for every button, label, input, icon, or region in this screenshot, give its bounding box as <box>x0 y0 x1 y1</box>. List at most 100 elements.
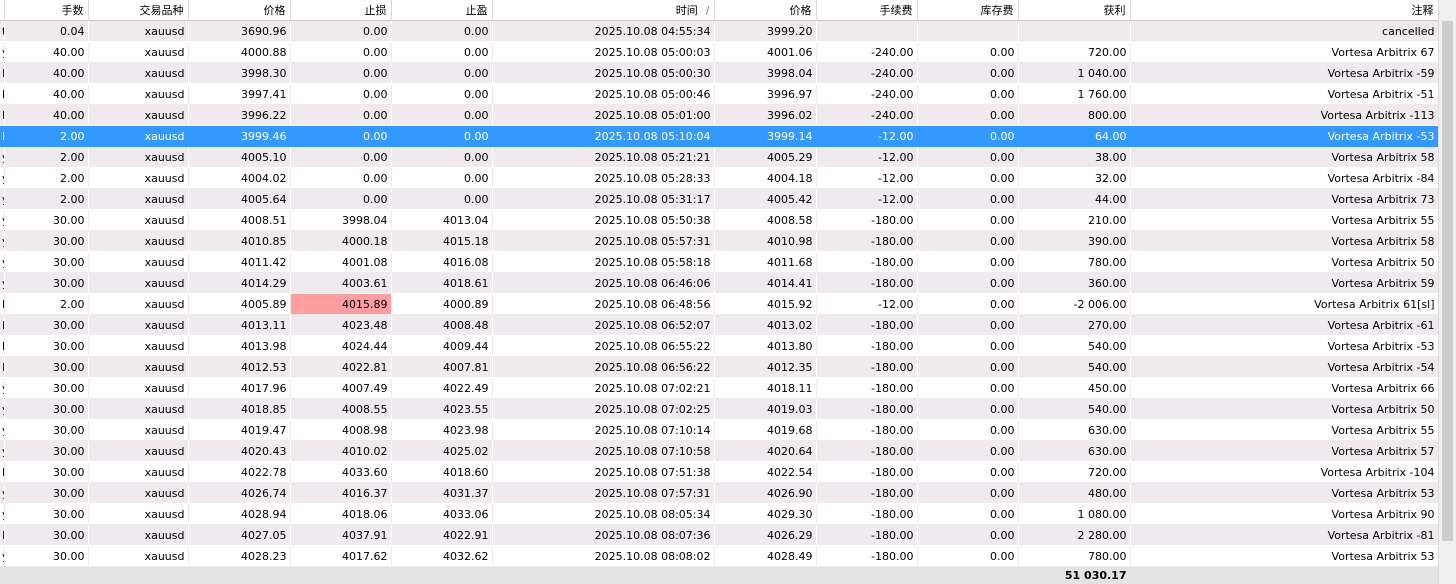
column-header-close-time[interactable]: 时间 / <box>492 0 715 21</box>
column-header-commission[interactable]: 手续费 <box>816 0 918 21</box>
cell-profit: 38.00 <box>1018 146 1131 168</box>
cell-open-price: 4018.85 <box>188 398 291 420</box>
cell-profit: -2 006.00 <box>1018 293 1131 315</box>
cell-symbol: xauusd <box>88 545 189 567</box>
cell-volume: 30.00 <box>4 377 89 399</box>
cell-profit: 1 760.00 <box>1018 83 1131 105</box>
table-row[interactable]: y30.00xauusd4026.744016.374031.372025.10… <box>0 482 1439 504</box>
table-row[interactable]: y30.00xauusd4017.964007.494022.492025.10… <box>0 377 1439 399</box>
cell-profit: 630.00 <box>1018 440 1131 462</box>
table-row[interactable]: l40.00xauusd3997.410.000.002025.10.08 05… <box>0 83 1439 105</box>
cell-take-profit: 4023.55 <box>391 398 493 420</box>
cell-profit: 540.00 <box>1018 398 1131 420</box>
cell-symbol: xauusd <box>88 398 189 420</box>
cell-stop-loss: 4015.89 <box>290 293 392 315</box>
table-row[interactable]: l30.00xauusd4013.114023.484008.482025.10… <box>0 314 1439 336</box>
cell-close-price: 4010.98 <box>714 230 817 252</box>
cell-comment: Vortesa Arbitrix -51 <box>1130 83 1439 105</box>
cell-volume: 40.00 <box>4 41 89 63</box>
cell-volume: 30.00 <box>4 398 89 420</box>
vertical-scrollbar[interactable] <box>1438 0 1456 584</box>
cell-close-time: 2025.10.08 06:52:07 <box>492 314 715 336</box>
cell-commission: -180.00 <box>816 356 918 378</box>
table-row[interactable]: y30.00xauusd4028.944018.064033.062025.10… <box>0 503 1439 525</box>
table-body: t0.04xauusd3690.960.000.002025.10.08 04:… <box>0 20 1439 567</box>
column-header-swap[interactable]: 库存费 <box>917 0 1019 21</box>
cell-stop-loss: 0.00 <box>290 167 392 189</box>
total-row: 51 030.17 <box>0 566 1439 584</box>
history-table: 手数 交易品种 价格 止损 止盈 时间 / 价格 手续费 库存费 获利 注释 t0… <box>0 0 1439 584</box>
cell-close-price: 4005.42 <box>714 188 817 210</box>
cell-close-time: 2025.10.08 05:58:18 <box>492 251 715 273</box>
cell-profit <box>1018 20 1131 42</box>
table-row[interactable]: t0.04xauusd3690.960.000.002025.10.08 04:… <box>0 20 1439 42</box>
table-row[interactable]: l30.00xauusd4022.784033.604018.602025.10… <box>0 461 1439 483</box>
table-row[interactable]: l30.00xauusd4013.984024.444009.442025.10… <box>0 335 1439 357</box>
cell-symbol: xauusd <box>88 167 189 189</box>
column-header-open-price[interactable]: 价格 <box>188 0 291 21</box>
column-header-stop-loss[interactable]: 止损 <box>290 0 392 21</box>
table-row[interactable]: y30.00xauusd4008.513998.044013.042025.10… <box>0 209 1439 231</box>
cell-profit: 44.00 <box>1018 188 1131 210</box>
cell-symbol: xauusd <box>88 461 189 483</box>
cell-profit: 630.00 <box>1018 419 1131 441</box>
cell-close-time: 2025.10.08 05:21:21 <box>492 146 715 168</box>
cell-symbol: xauusd <box>88 356 189 378</box>
table-row[interactable]: y2.00xauusd4005.100.000.002025.10.08 05:… <box>0 146 1439 168</box>
cell-stop-loss: 0.00 <box>290 83 392 105</box>
scrollbar-thumb[interactable] <box>1442 21 1453 541</box>
cell-swap: 0.00 <box>917 335 1019 357</box>
table-row[interactable]: y30.00xauusd4014.294003.614018.612025.10… <box>0 272 1439 294</box>
cell-close-time: 2025.10.08 06:46:06 <box>492 272 715 294</box>
cell-commission: -180.00 <box>816 209 918 231</box>
table-row[interactable]: y2.00xauusd4005.640.000.002025.10.08 05:… <box>0 188 1439 210</box>
table-row[interactable]: y30.00xauusd4018.854008.554023.552025.10… <box>0 398 1439 420</box>
cell-open-price: 4005.89 <box>188 293 291 315</box>
table-row[interactable]: y40.00xauusd4000.880.000.002025.10.08 05… <box>0 41 1439 63</box>
cell-stop-loss: 3998.04 <box>290 209 392 231</box>
cell-commission: -240.00 <box>816 83 918 105</box>
table-row[interactable]: y2.00xauusd4004.020.000.002025.10.08 05:… <box>0 167 1439 189</box>
table-row[interactable]: l40.00xauusd3996.220.000.002025.10.08 05… <box>0 104 1439 126</box>
column-header-close-price[interactable]: 价格 <box>714 0 817 21</box>
table-row[interactable]: l2.00xauusd3999.460.000.002025.10.08 05:… <box>0 125 1439 147</box>
cell-swap: 0.00 <box>917 377 1019 399</box>
table-row[interactable]: l40.00xauusd3998.300.000.002025.10.08 05… <box>0 62 1439 84</box>
cell-swap: 0.00 <box>917 461 1019 483</box>
cell-stop-loss: 4008.55 <box>290 398 392 420</box>
cell-commission: -12.00 <box>816 293 918 315</box>
table-row[interactable]: l2.00xauusd4005.894015.894000.892025.10.… <box>0 293 1439 315</box>
cell-close-time: 2025.10.08 08:07:36 <box>492 524 715 546</box>
cell-close-price: 4019.03 <box>714 398 817 420</box>
table-row[interactable]: y30.00xauusd4010.854000.184015.182025.10… <box>0 230 1439 252</box>
cell-profit: 2 280.00 <box>1018 524 1131 546</box>
table-row[interactable]: y30.00xauusd4020.434010.024025.022025.10… <box>0 440 1439 462</box>
header-row: 手数 交易品种 价格 止损 止盈 时间 / 价格 手续费 库存费 获利 注释 <box>0 0 1439 21</box>
table-row[interactable]: y30.00xauusd4019.474008.984023.982025.10… <box>0 419 1439 441</box>
column-header-profit[interactable]: 获利 <box>1018 0 1131 21</box>
cell-comment: Vortesa Arbitrix 66 <box>1130 377 1439 399</box>
cell-swap: 0.00 <box>917 356 1019 378</box>
table-row[interactable]: y30.00xauusd4028.234017.624032.622025.10… <box>0 545 1439 567</box>
cell-stop-loss: 0.00 <box>290 62 392 84</box>
column-header-symbol[interactable]: 交易品种 <box>88 0 189 21</box>
cell-open-price: 4012.53 <box>188 356 291 378</box>
cell-comment: Vortesa Arbitrix 67 <box>1130 41 1439 63</box>
cell-take-profit: 4007.81 <box>391 356 493 378</box>
cell-close-time: 2025.10.08 05:01:00 <box>492 104 715 126</box>
column-header-comment[interactable]: 注释 <box>1130 0 1439 21</box>
cell-volume: 30.00 <box>4 314 89 336</box>
cell-swap: 0.00 <box>917 209 1019 231</box>
cell-symbol: xauusd <box>88 209 189 231</box>
cell-commission: -12.00 <box>816 125 918 147</box>
table-row[interactable]: y30.00xauusd4011.424001.084016.082025.10… <box>0 251 1439 273</box>
table-row[interactable]: l30.00xauusd4012.534022.814007.812025.10… <box>0 356 1439 378</box>
cell-take-profit: 4013.04 <box>391 209 493 231</box>
column-header-volume[interactable]: 手数 <box>4 0 89 21</box>
cell-swap <box>917 20 1019 42</box>
cell-profit: 780.00 <box>1018 251 1131 273</box>
cell-comment: Vortesa Arbitrix -84 <box>1130 167 1439 189</box>
column-header-take-profit[interactable]: 止盈 <box>391 0 493 21</box>
cell-symbol: xauusd <box>88 83 189 105</box>
table-row[interactable]: l30.00xauusd4027.054037.914022.912025.10… <box>0 524 1439 546</box>
